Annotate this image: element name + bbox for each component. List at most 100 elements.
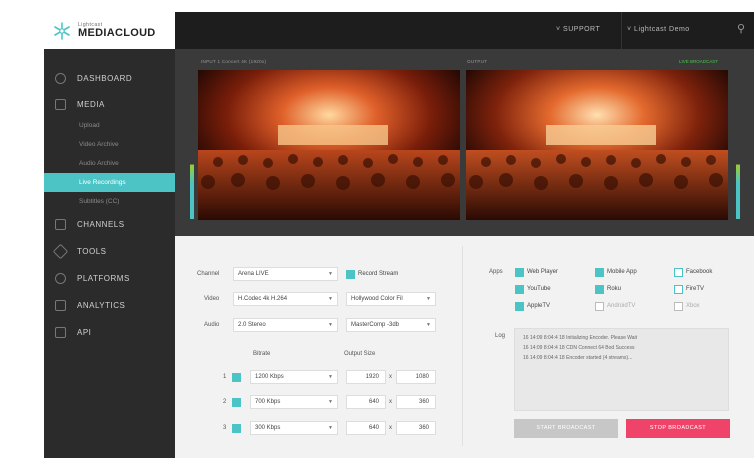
sidebar-subitem-subtitles[interactable]: Subtitles (CC) — [44, 192, 175, 211]
app-web-player-label: Web Player — [527, 269, 558, 275]
record-stream-checkbox[interactable] — [346, 270, 355, 279]
chevron-down-icon: ▼ — [328, 399, 333, 405]
row-index: 1 — [223, 374, 227, 380]
logo[interactable]: Lightcast MEDIACLOUD — [44, 12, 175, 49]
bitrate-3-select[interactable]: 300 Kbps ▼ — [250, 421, 338, 435]
sidebar-item-label: TOOLS — [77, 247, 107, 256]
input-label: INPUT 1 Concert 4K (1920x) — [201, 59, 267, 64]
broadcast-controls: Channel Arena LIVE ▼ Record Stream Video … — [175, 236, 754, 458]
sidebar-subitem-upload[interactable]: Upload — [44, 116, 175, 135]
sidebar-item-label: API — [77, 328, 92, 337]
app-firetv-checkbox[interactable] — [674, 285, 683, 294]
rendition-1-checkbox[interactable] — [232, 373, 241, 382]
api-icon — [55, 327, 66, 338]
channel-label: Channel — [197, 271, 220, 277]
sidebar-item-label: ANALYTICS — [77, 301, 126, 310]
sidebar-item-label: CHANNELS — [77, 220, 125, 229]
app-roku-label: Roku — [607, 286, 622, 292]
sidebar-item-platforms[interactable]: PLATFORMS — [44, 265, 175, 292]
chevron-down-icon: ˅ — [627, 26, 635, 33]
times-sign: x — [389, 399, 392, 405]
app-facebook-checkbox[interactable] — [674, 268, 683, 277]
app-youtube-checkbox[interactable] — [515, 285, 524, 294]
log-panel[interactable]: 16 14:09 8:04:4 18 Initializing Encoder.… — [514, 328, 729, 411]
output-size-header: Output Size — [344, 351, 376, 357]
platforms-icon — [55, 273, 66, 284]
bitrate-2-select[interactable]: 700 Kbps ▼ — [250, 395, 338, 409]
app-androidtv-label: AndroidTV — [607, 303, 636, 309]
app-youtube-label: YouTube — [527, 286, 551, 292]
app-appletv-label: AppleTV — [527, 303, 551, 309]
sidebar-item-dashboard[interactable]: DASHBOARD — [44, 65, 175, 92]
video-codec-select[interactable]: H.Codec 4k H.264 ▼ — [233, 292, 338, 306]
app-androidtv-checkbox[interactable] — [595, 302, 604, 311]
record-stream-label: Record Stream — [358, 271, 399, 277]
tools-icon — [52, 243, 69, 260]
sidebar-item-channels[interactable]: CHANNELS — [44, 211, 175, 238]
pin-icon[interactable]: ⚲ — [729, 22, 753, 40]
sidebar-item-api[interactable]: API — [44, 319, 175, 346]
dashboard-icon — [55, 73, 66, 84]
log-label: Log — [495, 333, 506, 339]
output-label: OUTPUT — [467, 59, 488, 64]
audio-fx-select[interactable]: MasterComp -3db ▼ — [346, 318, 436, 332]
chevron-down-icon: ▼ — [328, 322, 333, 328]
chevron-down-icon: ▼ — [426, 296, 431, 302]
start-broadcast-button[interactable]: START BROADCAST — [514, 419, 618, 438]
rendition-3-checkbox[interactable] — [232, 424, 241, 433]
chevron-down-icon: ▼ — [328, 296, 333, 302]
log-line: 16 14:09 8:04:4 18 CDN Connect 64 Bod Su… — [523, 345, 635, 351]
stop-broadcast-button[interactable]: STOP BROADCAST — [626, 419, 730, 438]
sidebar-item-media[interactable]: MEDIA — [44, 92, 175, 116]
logo-name: MEDIACLOUD — [78, 26, 156, 39]
app-xbox-label: Xbox — [686, 303, 700, 309]
rendition-2-checkbox[interactable] — [232, 398, 241, 407]
app-mobile-label: Mobile App — [607, 269, 637, 275]
channel-select[interactable]: Arena LIVE ▼ — [233, 267, 338, 281]
app-web-player-checkbox[interactable] — [515, 268, 524, 277]
apps-label: Apps — [489, 269, 503, 275]
app-firetv-label: FireTV — [686, 286, 704, 292]
support-link[interactable]: ˅ SUPPORT — [556, 26, 600, 33]
sidebar-item-label: MEDIA — [77, 99, 105, 109]
audio-select[interactable]: 2.0 Stereo ▼ — [233, 318, 338, 332]
input-video-preview[interactable] — [198, 70, 460, 220]
sidebar-subitem-audio-archive[interactable]: Audio Archive — [44, 154, 175, 173]
width-3-input[interactable]: 640 — [346, 421, 386, 435]
app-window: Lightcast MEDIACLOUD DASHBOARD MEDIA Upl… — [44, 12, 754, 458]
channels-icon — [55, 219, 66, 230]
height-3-input[interactable]: 360 — [396, 421, 436, 435]
live-status: LIVE BROADCAST — [679, 59, 719, 64]
width-2-input[interactable]: 640 — [346, 395, 386, 409]
app-appletv-checkbox[interactable] — [515, 302, 524, 311]
log-line: 16 14:09 8:04:4 18 Encoder started (4 st… — [523, 355, 633, 361]
chevron-down-icon: ▼ — [426, 322, 431, 328]
sidebar-subitem-live-recordings[interactable]: Live Recordings — [44, 173, 175, 192]
user-menu[interactable]: ˅ Lightcast Demo — [627, 26, 690, 33]
logo-icon — [52, 21, 72, 41]
app-xbox-checkbox[interactable] — [674, 302, 683, 311]
sidebar-item-analytics[interactable]: ANALYTICS — [44, 292, 175, 319]
chevron-down-icon: ▼ — [328, 425, 333, 431]
video-panel: INPUT 1 Concert 4K (1920x) OUTPUT LIVE B… — [175, 49, 754, 236]
sidebar-item-tools[interactable]: TOOLS — [44, 238, 175, 265]
video-filter-select[interactable]: Hollywood Color Fil ▼ — [346, 292, 436, 306]
sidebar-nav: DASHBOARD MEDIA Upload Video Archive Aud… — [44, 49, 175, 346]
media-icon — [55, 98, 66, 110]
sidebar-subitem-video-archive[interactable]: Video Archive — [44, 135, 175, 154]
app-roku-checkbox[interactable] — [595, 285, 604, 294]
app-mobile-checkbox[interactable] — [595, 268, 604, 277]
output-video-preview[interactable] — [466, 70, 728, 220]
bitrate-1-select[interactable]: 1200 Kbps ▼ — [250, 370, 338, 384]
bitrate-header: Bitrate — [253, 351, 271, 357]
width-1-input[interactable]: 1920 — [346, 370, 386, 384]
chevron-down-icon: ▼ — [328, 271, 333, 277]
row-index: 3 — [223, 425, 227, 431]
divider — [621, 12, 622, 49]
chevron-down-icon: ▼ — [328, 374, 333, 380]
app-facebook-label: Facebook — [686, 269, 713, 275]
log-line: 16 14:09 8:04:4 18 Initializing Encoder.… — [523, 335, 638, 341]
top-bar: ˅ SUPPORT ˅ Lightcast Demo ⚲ — [175, 12, 754, 49]
height-2-input[interactable]: 360 — [396, 395, 436, 409]
height-1-input[interactable]: 1080 — [396, 370, 436, 384]
